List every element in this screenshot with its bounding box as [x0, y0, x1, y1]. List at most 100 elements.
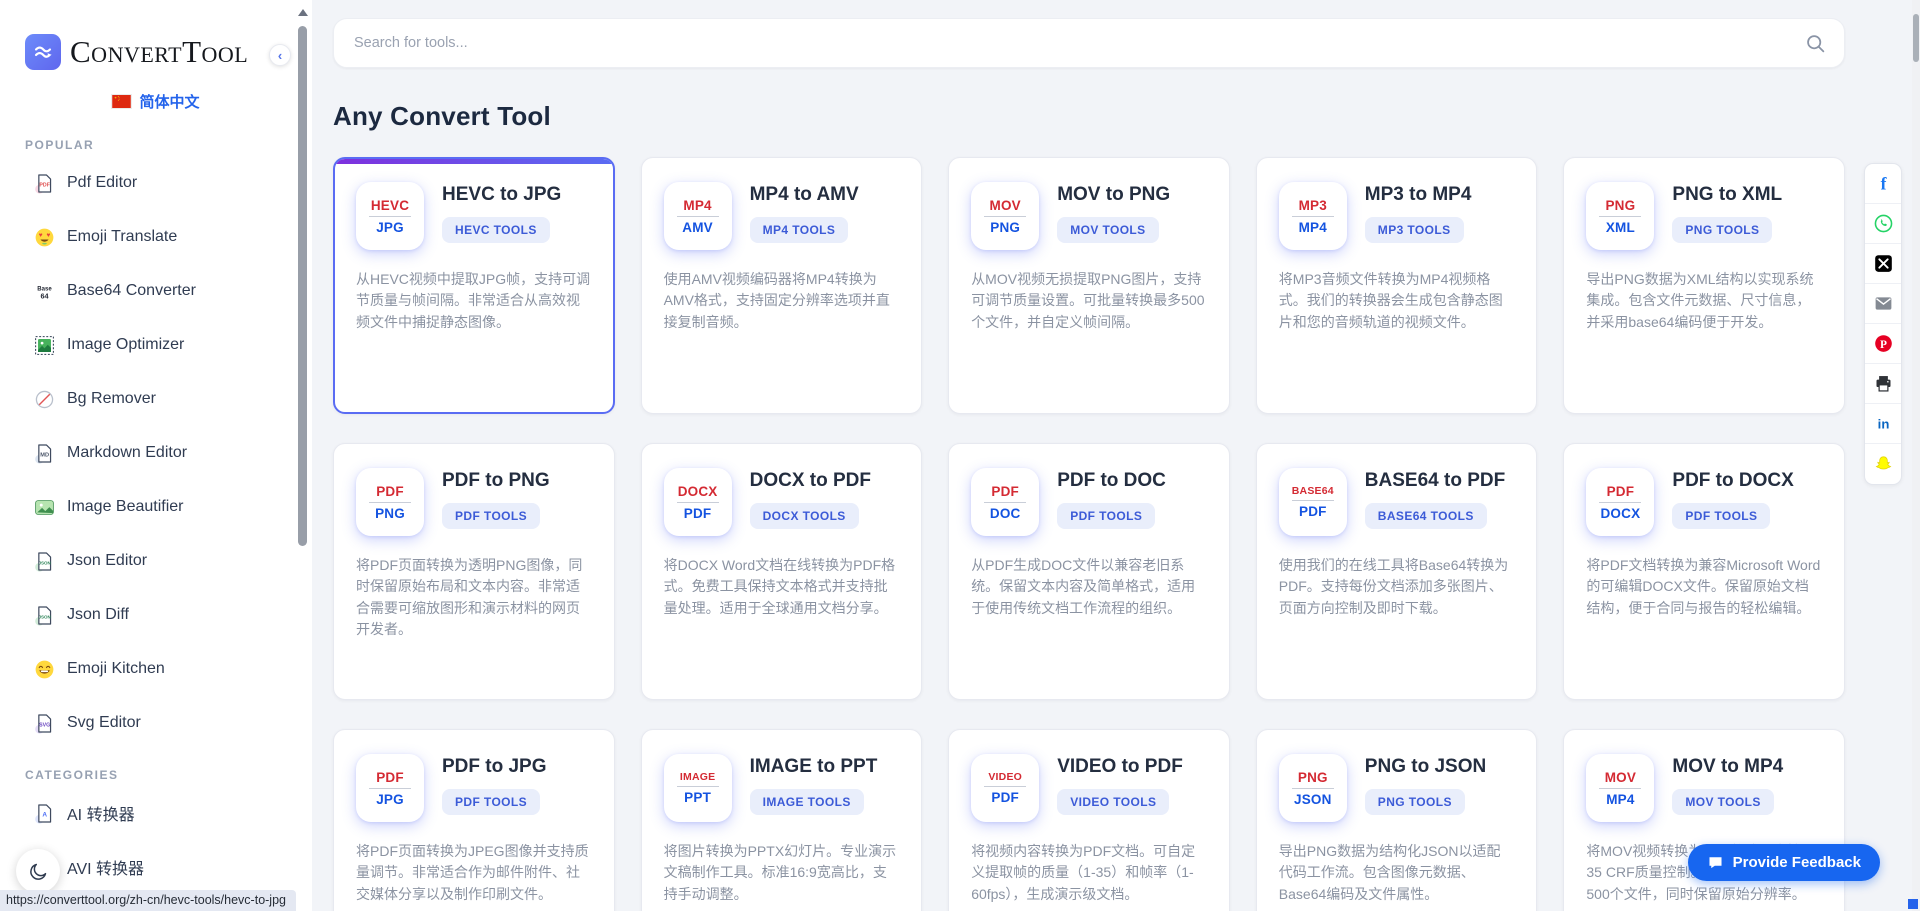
moon-icon [28, 861, 49, 882]
tool-card-png-to-xml[interactable]: PNG XML PNG to XML PNG TOOLS 导出PNG数据为XML… [1563, 157, 1845, 414]
sidebar-item-image-optimizer[interactable]: Image Optimizer [0, 318, 312, 372]
format-to: AMV [682, 220, 713, 235]
sidebar-item-ai-[interactable]: A AI 转换器 [0, 786, 312, 840]
search-bar [333, 18, 1845, 68]
format-from: HEVC [371, 198, 409, 213]
categories-section-label: CATEGORIES [25, 768, 312, 782]
tool-card-docx-to-pdf[interactable]: DOCX PDF DOCX to PDF DOCX TOOLS 将DOCX Wo… [641, 443, 923, 700]
sidebar-item-json-editor[interactable]: JSON Json Editor [0, 534, 312, 588]
linkedin-share-icon[interactable]: in [1865, 404, 1901, 444]
format-icon: MOV PNG [971, 182, 1039, 250]
page-scrollbar-track[interactable] [1912, 0, 1920, 911]
sidebar-item-emoji-kitchen[interactable]: Emoji Kitchen [0, 642, 312, 696]
whatsapp-share-icon[interactable] [1865, 204, 1901, 244]
card-title: PNG to XML [1672, 184, 1782, 206]
tool-card-png-to-json[interactable]: PNG JSON PNG to JSON PNG TOOLS 导出PNG数据为结… [1256, 729, 1538, 911]
format-to: DOCX [1600, 506, 1640, 521]
sidebar-item-emoji-translate[interactable]: ♥ ♥ Emoji Translate [0, 210, 312, 264]
sidebar-item-markdown-editor[interactable]: MD Markdown Editor [0, 426, 312, 480]
tool-card-pdf-to-png[interactable]: PDF PNG PDF to PNG PDF TOOLS 将PDF页面转换为透明… [333, 443, 615, 700]
tool-card-mov-to-mp4[interactable]: MOV MP4 MOV to MP4 MOV TOOLS 将MOV视频转换为MP… [1563, 729, 1845, 911]
card-description: 将DOCX Word文档在线转换为PDF格式。免费工具保持文本格式并支持批量处理… [664, 555, 900, 619]
pinterest-share-icon[interactable]: P [1865, 324, 1901, 364]
tool-card-pdf-to-docx[interactable]: PDF DOCX PDF to DOCX PDF TOOLS 将PDF文档转换为… [1563, 443, 1845, 700]
svg-text:JSON: JSON [39, 560, 51, 565]
page-scrollbar-thumb[interactable] [1913, 14, 1919, 62]
format-icon: HEVC JPG [356, 182, 424, 250]
card-description: 将MP3音频文件转换为MP4视频格式。我们的转换器会生成包含静态图片和您的音频轨… [1279, 269, 1515, 333]
search-icon[interactable] [1805, 33, 1826, 54]
sidebar-scroll-up-arrow[interactable] [298, 9, 308, 16]
sidebar-item-label: AVI 转换器 [67, 855, 144, 879]
card-title: IMAGE to PPT [750, 756, 878, 778]
base64-icon: Base 64 [34, 281, 55, 302]
sidebar-collapse-button[interactable]: ‹ [269, 44, 291, 66]
sidebar-item-bg-remover[interactable]: Bg Remover [0, 372, 312, 426]
sidebar-item-image-beautifier[interactable]: Image Beautifier [0, 480, 312, 534]
card-title: HEVC to JPG [442, 184, 561, 206]
card-description: 将视频内容转换为PDF文档。可自定义提取帧的质量（1-35）和帧率（1-60fp… [971, 841, 1207, 905]
sidebar-item-pdf-editor[interactable]: PDF Pdf Editor [0, 156, 312, 210]
format-icon: PDF PNG [356, 468, 424, 536]
dark-mode-toggle[interactable] [16, 849, 60, 893]
tool-card-mp4-to-amv[interactable]: MP4 AMV MP4 to AMV MP4 TOOLS 使用AMV视频编码器将… [641, 157, 923, 414]
link-status-bar: https://converttool.org/zh-cn/hevc-tools… [0, 890, 296, 911]
sidebar-item-json-diff[interactable]: JSON Json Diff [0, 588, 312, 642]
x-share-icon[interactable] [1865, 244, 1901, 284]
json-file-icon: JSON [34, 551, 55, 572]
format-icon: PNG JSON [1279, 754, 1347, 822]
card-description: 导出PNG数据为结构化JSON以适配代码工作流。包含图像元数据、Base64编码… [1279, 841, 1515, 905]
popular-section-label: POPULAR [25, 138, 312, 152]
bg-remover-icon [34, 389, 55, 410]
provide-feedback-button[interactable]: Provide Feedback [1688, 844, 1880, 881]
json-file-icon: JSON [34, 605, 55, 626]
tool-card-hevc-to-jpg[interactable]: HEVC JPG HEVC to JPG HEVC TOOLS 从HEVC视频中… [333, 157, 615, 414]
feedback-label: Provide Feedback [1733, 854, 1861, 871]
sidebar-item-label: Image Beautifier [67, 498, 184, 516]
sidebar-scrollbar[interactable] [298, 26, 307, 546]
card-category-badge: MP4 TOOLS [750, 217, 849, 243]
tool-card-mp3-to-mp4[interactable]: MP3 MP4 MP3 to MP4 MP3 TOOLS 将MP3音频文件转换为… [1256, 157, 1538, 414]
format-icon: PDF DOC [971, 468, 1039, 536]
logo[interactable]: ConvertTool [0, 0, 312, 70]
print-share-icon[interactable] [1865, 364, 1901, 404]
card-category-badge: MP3 TOOLS [1365, 217, 1464, 243]
tool-card-pdf-to-jpg[interactable]: PDF JPG PDF to JPG PDF TOOLS 将PDF页面转换为JP… [333, 729, 615, 911]
format-to: PDF [991, 790, 1019, 805]
card-category-badge: PNG TOOLS [1672, 217, 1772, 243]
svg-text:64: 64 [40, 291, 48, 300]
card-title: MP3 to MP4 [1365, 184, 1472, 206]
sidebar-item-label: Json Diff [67, 606, 129, 624]
tool-card-pdf-to-doc[interactable]: PDF DOC PDF to DOC PDF TOOLS 从PDF生成DOC文件… [948, 443, 1230, 700]
tool-card-base64-to-pdf[interactable]: BASE64 PDF BASE64 to PDF BASE64 TOOLS 使用… [1256, 443, 1538, 700]
format-to: MP4 [1606, 792, 1634, 807]
format-icon: VIDEO PDF [971, 754, 1039, 822]
card-category-badge: IMAGE TOOLS [750, 789, 864, 815]
tool-card-image-to-ppt[interactable]: IMAGE PPT IMAGE to PPT IMAGE TOOLS 将图片转换… [641, 729, 923, 911]
logo-waves-icon [25, 34, 61, 70]
search-input[interactable] [334, 19, 1844, 67]
pdf-file-icon: PDF [34, 173, 55, 194]
sidebar-item-base64-converter[interactable]: Base 64 Base64 Converter [0, 264, 312, 318]
tool-card-video-to-pdf[interactable]: VIDEO PDF VIDEO to PDF VIDEO TOOLS 将视频内容… [948, 729, 1230, 911]
snapchat-share-icon[interactable] [1865, 444, 1901, 484]
image-beautifier-icon [34, 497, 55, 518]
share-panel: f P in [1864, 163, 1902, 485]
language-selector[interactable]: 简体中文 [0, 91, 312, 112]
sidebar-item-svg-editor[interactable]: SVG Svg Editor [0, 696, 312, 750]
card-category-badge: PDF TOOLS [1057, 503, 1155, 529]
sidebar-item-label: AI 转换器 [67, 801, 135, 825]
sidebar-item-label: Pdf Editor [67, 174, 137, 192]
format-icon: PDF JPG [356, 754, 424, 822]
card-title: BASE64 to PDF [1365, 470, 1505, 492]
format-from: BASE64 [1292, 485, 1334, 497]
card-title: PNG to JSON [1365, 756, 1486, 778]
email-share-icon[interactable] [1865, 284, 1901, 324]
grin-emoji-icon [34, 659, 55, 680]
sidebar-item-label: Bg Remover [67, 390, 156, 408]
card-category-badge: BASE64 TOOLS [1365, 503, 1487, 529]
facebook-share-icon[interactable]: f [1865, 164, 1901, 204]
svg-text:f: f [1880, 174, 1886, 194]
tool-card-mov-to-png[interactable]: MOV PNG MOV to PNG MOV TOOLS 从MOV视频无损提取P… [948, 157, 1230, 414]
card-category-badge: HEVC TOOLS [442, 217, 550, 243]
